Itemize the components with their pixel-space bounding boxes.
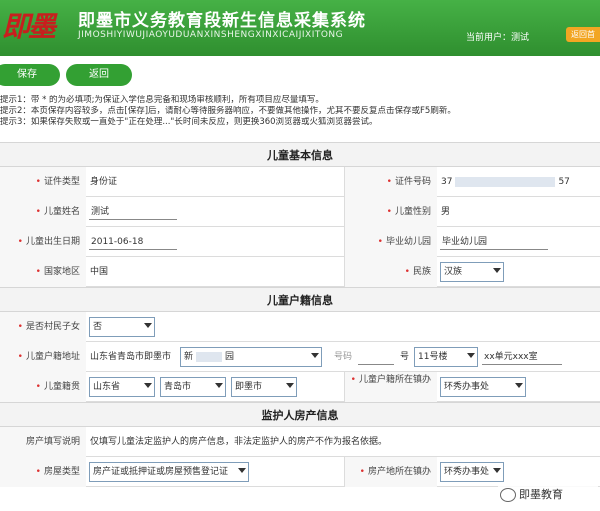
building-select[interactable]: 11号楼 — [414, 347, 478, 367]
wechat-icon — [500, 488, 516, 502]
community-select[interactable]: 新园 — [180, 347, 322, 367]
chevron-down-icon — [515, 383, 523, 388]
rural-select[interactable]: 否 — [89, 317, 155, 337]
property-office-select[interactable]: 环秀办事处 — [440, 462, 504, 482]
address-label: • 儿童户籍地址 — [0, 342, 86, 372]
id-type-value: 身份证 — [90, 177, 118, 187]
chevron-down-icon — [493, 468, 501, 473]
tip-line: 提示2：本页保存内容较多，点击[保存]后，请耐心等待服务器响应，不要做其他操作，… — [0, 106, 456, 116]
birth-date-field[interactable]: 2011-06-18 — [89, 234, 177, 250]
redacted-mask — [455, 176, 556, 187]
house-type-label: • 房屋类型 — [0, 457, 86, 487]
form-row: • 是否村民子女 否 — [0, 312, 600, 342]
current-user: 当前用户：测试 — [466, 33, 530, 43]
redacted-mask — [196, 351, 223, 362]
registration-form: 儿童基本信息 • 证件类型 身份证 • 证件号码 37 57 • 儿童姓名 测试 • 儿童… — [0, 142, 600, 487]
property-office-label: • 房产地所在镇办 — [345, 457, 437, 487]
form-row: • 儿童出生日期 2011-06-18 • 毕业幼儿园 毕业幼儿园 — [0, 227, 600, 257]
chevron-down-icon — [144, 383, 152, 388]
tips-panel: 提示1：带 * 的为必填项;为保证入学信息完备和现场审核顺利，所有项目应尽量填写… — [0, 95, 600, 128]
property-note-label: 房产填写说明 — [0, 427, 86, 457]
province-select[interactable]: 山东省 — [89, 377, 155, 397]
app-logo: 即墨 — [2, 4, 66, 50]
gender-value: 男 — [441, 207, 451, 217]
city-select[interactable]: 青岛市 — [160, 377, 226, 397]
child-name-field[interactable]: 测试 — [89, 204, 177, 220]
gender-label: • 儿童性别 — [345, 197, 437, 227]
back-button[interactable]: 返回 — [66, 64, 132, 86]
app-title: 即墨市义务教育段新生信息采集系统 — [78, 11, 366, 31]
tip-line: 提示3：如果保存失败或一直处于"正在处理..."长时间未反应，则更换360浏览器… — [0, 117, 378, 127]
birth-date-label: • 儿童出生日期 — [0, 227, 86, 257]
unit-field[interactable]: xx单元xxx室 — [482, 349, 562, 365]
house-type-select[interactable]: 房产证或抵押证或房屋预售登记证 — [89, 462, 249, 482]
county-select[interactable]: 即墨市 — [231, 377, 297, 397]
chevron-down-icon — [493, 268, 501, 273]
hao-label: 号 — [400, 352, 410, 362]
chevron-down-icon — [286, 383, 294, 388]
native-place-label: • 儿童籍贯 — [0, 372, 86, 402]
tip-line: 提示1：带 * 的为必填项;为保证入学信息完备和现场审核顺利，所有项目应尽量填写… — [0, 95, 324, 105]
section-child-household: 儿童户籍信息 — [0, 287, 600, 312]
child-name-label: • 儿童姓名 — [0, 197, 86, 227]
kindergarten-label: • 毕业幼儿园 — [345, 227, 437, 257]
id-type-label: • 证件类型 — [0, 167, 86, 197]
watermark: 即墨教育 — [498, 484, 598, 506]
household-office-label: • 儿童户籍所在镇办 — [345, 372, 437, 402]
form-row: • 证件类型 身份证 • 证件号码 37 57 — [0, 167, 600, 197]
property-note-value: 仅填写儿童法定监护人的房产信息，非法定监护人的房产不作为报名依据。 — [90, 437, 388, 447]
return-home-button[interactable]: 返回首 — [566, 27, 600, 42]
country-value: 中国 — [90, 267, 109, 277]
save-button[interactable]: 保存 — [0, 64, 60, 86]
number-field[interactable] — [358, 349, 394, 365]
address-prefix: 山东省青岛市即墨市 — [90, 352, 172, 362]
form-row: • 房屋类型 房产证或抵押证或房屋预售登记证 • 房产地所在镇办 环秀办事处 — [0, 457, 600, 487]
section-child-basic: 儿童基本信息 — [0, 142, 600, 167]
form-row: • 儿童籍贯 山东省 青岛市 即墨市 • 儿童户籍所在镇办 环秀办事处 — [0, 372, 600, 402]
ethnicity-select[interactable]: 汉族 — [440, 262, 504, 282]
country-label: • 国家地区 — [0, 257, 86, 287]
chevron-down-icon — [144, 323, 152, 328]
logo-text: 即墨 — [2, 10, 56, 43]
chevron-down-icon — [238, 468, 246, 473]
form-row: • 儿童户籍地址 山东省青岛市即墨市 新园 号码 号 11号楼 xx单元xxx室 — [0, 342, 600, 372]
app-header: 即墨 即墨市义务教育段新生信息采集系统 JIMOSHIYIWUJIAOYUDUA… — [0, 0, 600, 56]
chevron-down-icon — [215, 383, 223, 388]
watermark-text: 即墨教育 — [519, 488, 563, 501]
household-office-select[interactable]: 环秀办事处 — [440, 377, 526, 397]
number-label: 号码 — [334, 352, 353, 362]
id-number-label: • 证件号码 — [345, 167, 437, 197]
id-number-value: 37 57 — [441, 176, 570, 187]
chevron-down-icon — [311, 353, 319, 358]
app-subtitle: JIMOSHIYIWUJIAOYUDUANXINSHENGXINXICAIJIX… — [78, 30, 344, 40]
chevron-down-icon — [467, 353, 475, 358]
rural-label: • 是否村民子女 — [0, 312, 86, 342]
form-row: • 儿童姓名 测试 • 儿童性别 男 — [0, 197, 600, 227]
toolbar: 保存 返回 — [0, 56, 600, 94]
kindergarten-field[interactable]: 毕业幼儿园 — [440, 234, 548, 250]
form-row: • 国家地区 中国 • 民族 汉族 — [0, 257, 600, 287]
section-guardian-property: 监护人房产信息 — [0, 402, 600, 427]
form-row: 房产填写说明 仅填写儿童法定监护人的房产信息，非法定监护人的房产不作为报名依据。 — [0, 427, 600, 457]
ethnicity-label: • 民族 — [345, 257, 437, 287]
